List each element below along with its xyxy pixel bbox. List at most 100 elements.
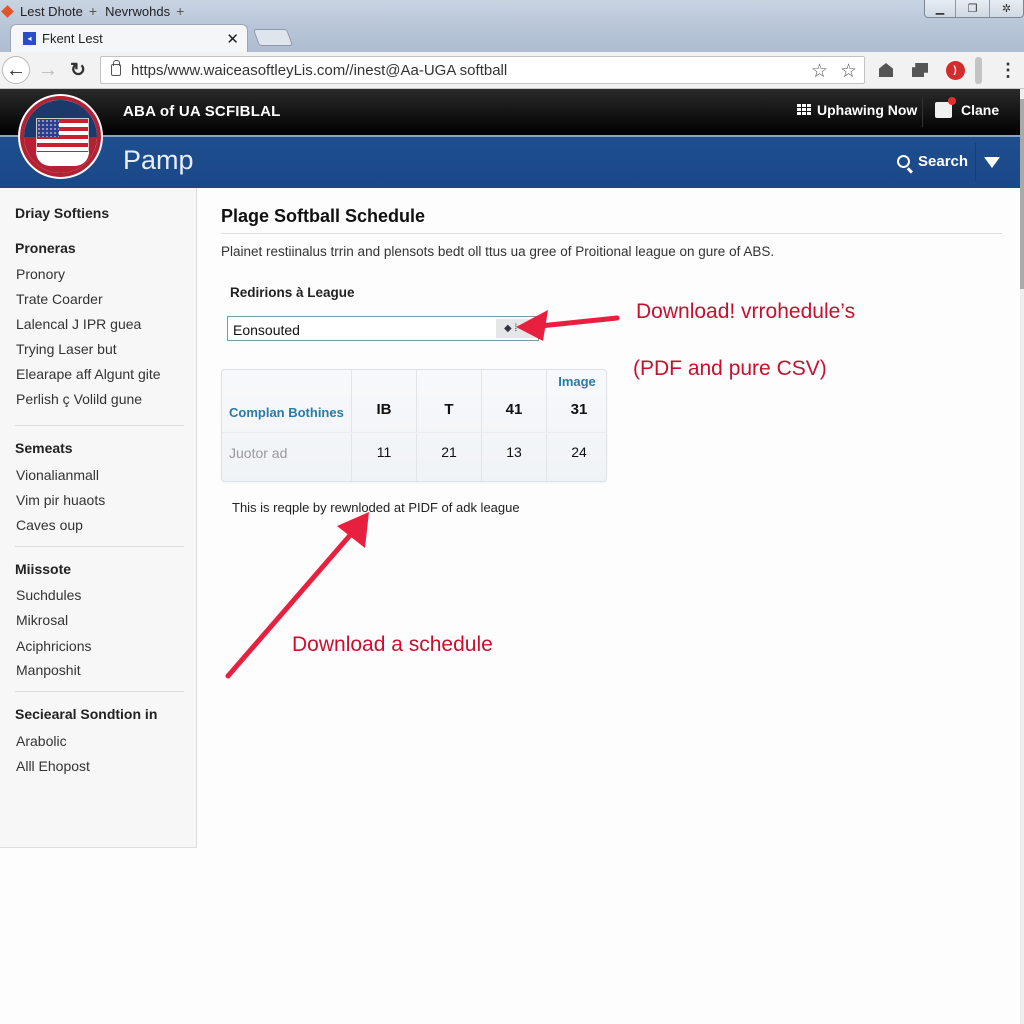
league-select[interactable]: Eonsouted ◆ ⁞ — [227, 316, 539, 341]
sidebar-item[interactable]: Aciphricions — [16, 638, 91, 654]
divider — [975, 143, 976, 181]
page-title: Plage Softball Schedule — [221, 206, 426, 226]
site-title: Pamp — [123, 145, 194, 175]
site-logo[interactable] — [20, 96, 101, 177]
tab-close-icon[interactable]: ✕ — [226, 30, 239, 48]
search-button[interactable]: Search — [897, 153, 968, 170]
search-icon — [897, 155, 910, 168]
sidebar-item[interactable]: Trate Coarder — [16, 291, 103, 307]
sidebar-divider — [15, 425, 184, 426]
site-top-bar: ABA of UA SCFIBLAL Uphawing Now Clane — [0, 89, 1020, 135]
sidebar-item[interactable]: Alll Ehopost — [16, 758, 90, 774]
bookmarks-bar: Lest Dhote + Nevrwohds + — [0, 2, 192, 20]
browser-titlebar: Lest Dhote + Nevrwohds + ▁ ❐ ✲ ◂ Fkent L… — [0, 0, 1024, 52]
annotation-download-line2: (PDF and pure CSV) — [633, 357, 827, 380]
table-cell: 24 — [571, 444, 587, 460]
lock-icon — [111, 60, 121, 76]
toolbar-scroll-handle[interactable] — [975, 57, 982, 84]
url-text[interactable]: https/www.waiceasoftleyLis.com//inest@Aa… — [131, 62, 507, 79]
scrollbar-thumb[interactable] — [1020, 99, 1024, 289]
link-label: Clane — [961, 102, 1000, 118]
sidebar-item[interactable]: Manposhit — [16, 662, 81, 678]
table-header-cell: IB — [376, 401, 392, 418]
bookmark-star-icon[interactable]: ☆ — [840, 60, 857, 83]
sidebar-section-title: Seciearal Sondtion in — [15, 706, 158, 722]
chevron-down-icon[interactable] — [984, 157, 1000, 168]
sidebar-item[interactable]: Mikrosal — [16, 612, 68, 628]
sidebar-item[interactable]: Vionalianmall — [16, 467, 99, 483]
sidebar-section-title: Semeats — [15, 440, 73, 456]
sidebar-item[interactable]: Pronory — [16, 266, 65, 282]
table-cell: 11 — [376, 444, 392, 460]
restore-button[interactable]: ❐ — [955, 0, 989, 17]
logo-center — [36, 152, 89, 166]
sidebar-divider — [15, 691, 184, 692]
forward-button[interactable]: → — [34, 56, 62, 84]
star-icon[interactable]: ☆ — [811, 60, 828, 83]
title-divider — [221, 233, 1002, 234]
sidebar-item[interactable]: Suchdules — [16, 587, 81, 603]
search-label: Search — [918, 153, 969, 170]
new-tab-button[interactable] — [252, 29, 294, 46]
window-controls: ▁ ❐ ✲ — [924, 0, 1024, 18]
bookmark-label: Lest Dhote — [20, 3, 83, 19]
sidebar: Driay Softiens Proneras Pronory Trate Co… — [0, 188, 197, 848]
devices-icon[interactable] — [910, 60, 930, 80]
more-menu-icon[interactable]: ⋮ — [998, 60, 1018, 80]
address-bar[interactable]: https/www.waiceasoftleyLis.com//inest@Aa… — [100, 56, 865, 84]
select-arrow-button[interactable]: ◆ ⁞ — [496, 319, 538, 338]
league-select-value: Eonsouted — [233, 322, 300, 338]
table-cell: 13 — [506, 444, 522, 460]
us-flag-icon — [36, 118, 89, 154]
close-window-button[interactable]: ✲ — [989, 0, 1023, 17]
link-label: Uphawing Now — [817, 102, 918, 118]
profile-icon[interactable]: ) — [945, 60, 965, 80]
sidebar-item[interactable]: Trying Laser but — [16, 341, 117, 357]
sidebar-item[interactable]: Perlish ç Volild gune — [16, 391, 142, 407]
sidebar-item[interactable]: Arabolic — [16, 733, 67, 749]
home-icon[interactable] — [876, 60, 896, 80]
annotation-download-line1: Download! vrrohedule’s — [636, 300, 856, 323]
page-description: Plainet restiinalus trrin and plensots b… — [221, 244, 775, 259]
bookmark-item[interactable]: Nevrwohds + — [105, 3, 184, 19]
sidebar-section-title: Miissote — [15, 561, 72, 577]
sidebar-item[interactable]: Caves oup — [16, 517, 83, 533]
column-divider — [351, 370, 352, 481]
sidebar-item[interactable]: Elearape aff Algunt gite — [16, 366, 161, 382]
reload-button[interactable]: ↻ — [64, 56, 92, 84]
bookmark-item[interactable]: Lest Dhote + — [0, 3, 97, 19]
schedule-table: Image Complan Bothines IB T 41 31 Juotor… — [221, 369, 607, 482]
browser-tab-active[interactable]: ◂ Fkent Lest ✕ — [10, 24, 248, 52]
league-label: Redirions à League — [230, 285, 355, 300]
table-row-label: Juotor ad — [229, 445, 288, 461]
table-header-cell: 41 — [505, 401, 523, 418]
sidebar-section-title: Proneras — [15, 240, 76, 256]
upcoming-now-link[interactable]: Uphawing Now — [797, 102, 917, 118]
clane-link[interactable]: Clane — [935, 97, 1000, 118]
page-scrollbar[interactable] — [1020, 89, 1024, 1024]
sidebar-item[interactable]: Vim pir huaots — [16, 492, 105, 508]
sidebar-item[interactable]: Lalencal J IPR guea — [16, 316, 141, 332]
image-header[interactable]: Image — [547, 374, 607, 389]
row-divider — [222, 432, 606, 433]
column-divider — [416, 370, 417, 481]
grid-icon — [797, 103, 811, 117]
plus-icon: + — [176, 3, 185, 19]
bookmark-label: Nevrwohds — [105, 3, 171, 19]
table-cell: 21 — [441, 444, 457, 460]
table-row-header-label[interactable]: Complan Bothines — [229, 405, 344, 420]
download-note: This is reqple by rewnloded at PIDF of a… — [232, 500, 520, 515]
minimize-button[interactable]: ▁ — [925, 0, 955, 17]
browser-toolbar: ← → ↻ https/www.waiceasoftleyLis.com//in… — [0, 52, 1024, 89]
back-button[interactable]: ← — [2, 56, 30, 84]
tab-title: Fkent Lest — [42, 31, 103, 46]
plus-icon: + — [88, 3, 98, 19]
divider — [922, 97, 923, 127]
orange-diamond-icon — [1, 4, 14, 18]
table-header-cell: T — [444, 401, 454, 418]
annotation-download-schedule: Download a schedule — [292, 633, 493, 656]
favicon-icon: ◂ — [23, 32, 36, 45]
table-header-cell: 31 — [570, 401, 588, 418]
site-brand[interactable]: ABA of UA SCFIBLAL — [123, 103, 280, 120]
site-nav-bar: Pamp Search — [0, 135, 1020, 188]
